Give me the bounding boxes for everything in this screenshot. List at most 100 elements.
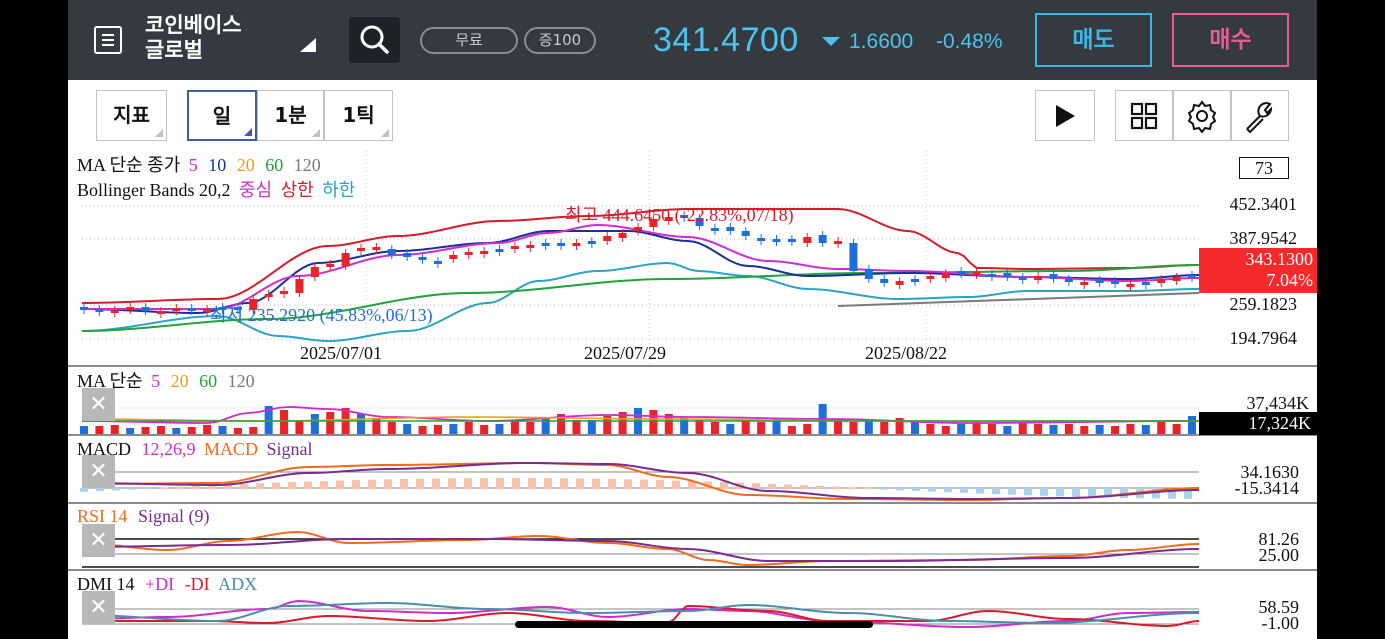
volume-bar bbox=[249, 427, 258, 434]
candle-body bbox=[110, 310, 119, 313]
volume-bar bbox=[834, 420, 843, 434]
candle-body bbox=[880, 279, 889, 283]
indicator-button[interactable]: 지표 bbox=[96, 90, 167, 141]
rsi-legend-title: RSI 14 bbox=[77, 506, 128, 526]
candle-body bbox=[1141, 282, 1150, 285]
volume-bar bbox=[495, 424, 504, 434]
candle-body bbox=[1188, 275, 1196, 278]
macd-histogram-bar bbox=[992, 488, 1000, 495]
volume-bar bbox=[1064, 424, 1073, 434]
settings-button[interactable] bbox=[1173, 90, 1231, 141]
exchange-selector[interactable]: 코인베이스 글로벌 bbox=[145, 13, 242, 63]
period-1tick-tab[interactable]: 1틱 bbox=[324, 90, 393, 141]
volume-bar bbox=[880, 422, 889, 434]
candle-body bbox=[387, 249, 396, 255]
candle-body bbox=[95, 309, 104, 312]
volume-bar bbox=[1049, 425, 1058, 434]
play-button[interactable] bbox=[1035, 90, 1095, 141]
x-label-2: 2025/08/22 bbox=[865, 343, 948, 363]
macd-histogram-bar bbox=[464, 478, 472, 489]
chart-area[interactable]: MA 단순 종가 5 10 20 60 120 Bollinger Bands … bbox=[68, 151, 1317, 639]
dropdown-caret-icon[interactable] bbox=[300, 38, 316, 52]
volume-bar bbox=[1034, 424, 1043, 434]
free-badge[interactable]: 무료 bbox=[420, 27, 518, 54]
volume-bar bbox=[526, 422, 535, 434]
macd-histogram-bar bbox=[256, 483, 264, 489]
layout-button[interactable] bbox=[1115, 90, 1173, 141]
volume-bar bbox=[787, 426, 796, 434]
gear-icon bbox=[1187, 99, 1217, 133]
x-label-0: 2025/07/01 bbox=[300, 343, 383, 363]
candle-body bbox=[357, 248, 365, 251]
candle-body bbox=[572, 243, 581, 246]
volume-current-tag: 17,324K bbox=[1199, 412, 1317, 435]
macd-histogram-bar bbox=[864, 487, 872, 489]
close-volume-panel-icon[interactable]: ✕ bbox=[82, 388, 115, 421]
close-rsi-panel-icon[interactable]: ✕ bbox=[82, 524, 115, 557]
volume-bar bbox=[280, 410, 289, 434]
volume-bar bbox=[464, 422, 473, 434]
macd-y-bottom: -15.3414 bbox=[1234, 478, 1300, 498]
list-menu-icon[interactable] bbox=[94, 26, 122, 54]
macd-histogram-bar bbox=[576, 478, 584, 489]
volume-bar bbox=[587, 420, 596, 434]
candle-body bbox=[849, 243, 858, 271]
candle-body bbox=[495, 249, 504, 252]
candle-body bbox=[618, 233, 627, 238]
candle-body bbox=[787, 239, 796, 242]
x-label-1: 2025/07/29 bbox=[584, 343, 667, 363]
volume-bar bbox=[80, 426, 88, 434]
volume-legend-5: 5 bbox=[151, 371, 161, 391]
volume-bar bbox=[433, 425, 442, 434]
volume-legend-120: 120 bbox=[227, 371, 255, 391]
macd-histogram-bar bbox=[784, 484, 792, 489]
period-day-tab[interactable]: 일 bbox=[187, 90, 257, 141]
macd-histogram-bar bbox=[848, 487, 856, 489]
candle-body bbox=[603, 236, 612, 241]
macd-histogram-bar bbox=[368, 479, 376, 489]
candle-body bbox=[418, 257, 427, 260]
search-icon bbox=[360, 25, 389, 54]
macd-histogram-bar bbox=[448, 478, 456, 489]
candle-body bbox=[1003, 273, 1012, 277]
volume-bar bbox=[1172, 424, 1181, 434]
volume-bar bbox=[1141, 425, 1150, 434]
volume-bar bbox=[1126, 424, 1135, 434]
grid-layout-icon bbox=[1130, 102, 1158, 129]
exchange-name-line2: 글로벌 bbox=[145, 38, 203, 62]
sell-button[interactable]: 매도 bbox=[1035, 13, 1152, 67]
macd-histogram-bar bbox=[592, 478, 600, 489]
ma-legend: MA 단순 종가 5 10 20 60 120 bbox=[77, 155, 321, 175]
margin-badge[interactable]: 증100 bbox=[524, 27, 596, 54]
bollinger-middle-line bbox=[82, 224, 1200, 310]
home-indicator bbox=[515, 621, 873, 628]
macd-histogram-bar bbox=[656, 480, 664, 489]
ma-legend-20: 20 bbox=[236, 155, 255, 175]
macd-histogram-bar bbox=[304, 481, 312, 489]
macd-histogram-bar bbox=[432, 478, 440, 489]
candle-body bbox=[126, 307, 135, 310]
volume-bar bbox=[849, 422, 858, 434]
volume-bar bbox=[326, 412, 335, 434]
candle-body bbox=[911, 279, 919, 282]
tools-button[interactable] bbox=[1231, 90, 1289, 141]
volume-bar bbox=[233, 428, 242, 434]
close-dmi-panel-icon[interactable]: ✕ bbox=[82, 591, 115, 624]
volume-bar bbox=[418, 426, 427, 434]
macd-histogram-bar bbox=[512, 478, 520, 489]
indicator-label: 지표 bbox=[113, 103, 150, 127]
close-macd-panel-icon[interactable]: ✕ bbox=[82, 455, 115, 488]
buy-button[interactable]: 매수 bbox=[1172, 13, 1289, 67]
candle-body bbox=[449, 255, 458, 259]
candle-body bbox=[634, 227, 642, 231]
volume-bar bbox=[156, 426, 165, 434]
candle-body bbox=[372, 247, 381, 250]
candle-body bbox=[1080, 282, 1089, 285]
right-letterbox bbox=[1317, 0, 1385, 639]
volume-bar bbox=[957, 424, 966, 434]
search-button[interactable] bbox=[349, 17, 400, 63]
volume-legend-20: 20 bbox=[170, 371, 189, 391]
dmi-legend-adx: ADX bbox=[218, 574, 258, 594]
macd-legend-signal: Signal bbox=[266, 439, 313, 459]
period-1min-tab[interactable]: 1분 bbox=[257, 90, 324, 141]
